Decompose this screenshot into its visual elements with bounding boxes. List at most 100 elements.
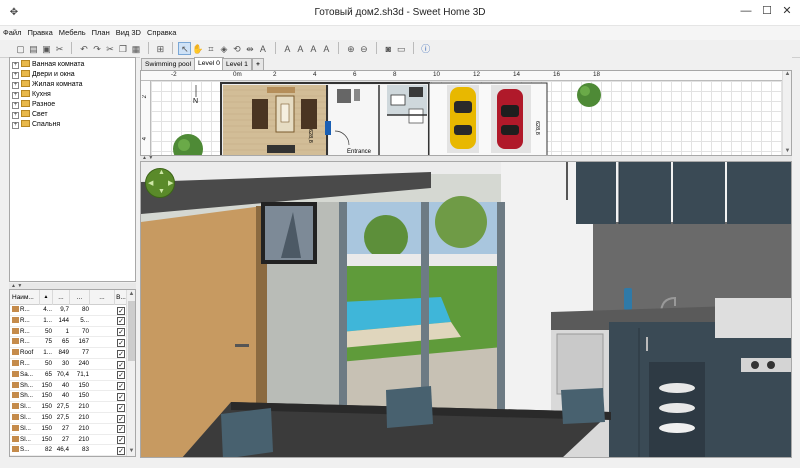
expand-icon[interactable]: +: [12, 112, 19, 119]
visible-checkbox[interactable]: ✓: [117, 371, 125, 380]
table-row[interactable]: Sa... 65 70,4 71,1 ✓: [10, 370, 128, 381]
title-bar: ✥ Готовый дом2.sh3d - Sweet Home 3D — ☐ …: [0, 0, 800, 26]
help-icon[interactable]: ⓘ: [419, 43, 432, 56]
open-icon[interactable]: ▤: [27, 43, 40, 56]
scroll-down-icon[interactable]: ▼: [127, 447, 135, 456]
add-furniture-icon[interactable]: ⊞: [154, 43, 167, 56]
italic-icon[interactable]: A: [320, 43, 333, 56]
table-row[interactable]: Sl... 150 27 210 ✓: [10, 424, 128, 435]
visible-checkbox[interactable]: ✓: [117, 382, 125, 391]
table-row[interactable]: Sl... 150 27,5 210 ✓: [10, 413, 128, 424]
expand-icon[interactable]: +: [12, 62, 19, 69]
catalog-category[interactable]: + Кухня: [10, 90, 135, 100]
furniture-name: Sl...: [20, 424, 31, 432]
save-icon[interactable]: ▣: [40, 43, 53, 56]
catalog-category[interactable]: + Свет: [10, 110, 135, 120]
menu-3d-view[interactable]: Вид 3D: [113, 26, 144, 37]
create-rooms-icon[interactable]: ◈: [217, 43, 230, 56]
create-dimensions-icon[interactable]: ⇹: [243, 43, 256, 56]
expand-icon[interactable]: +: [12, 102, 19, 109]
table-row[interactable]: R... 1... 144 5... ✓: [10, 316, 128, 327]
pan-icon[interactable]: ✋: [191, 43, 204, 56]
cell-name: Roof: [10, 348, 40, 359]
expand-icon[interactable]: +: [12, 72, 19, 79]
visible-checkbox[interactable]: ✓: [117, 436, 125, 445]
catalog-category[interactable]: + Ванная комната: [10, 60, 135, 70]
menu-help[interactable]: Справка: [144, 26, 179, 37]
table-row[interactable]: R... 75 65 167 ✓: [10, 337, 128, 349]
cut-settings-icon[interactable]: ✂: [53, 43, 66, 56]
close-button[interactable]: ✕: [772, 0, 800, 22]
visible-checkbox[interactable]: ✓: [117, 425, 125, 434]
table-row[interactable]: Sl... 150 27 210 ✓: [10, 435, 128, 446]
visible-checkbox[interactable]: ✓: [117, 306, 125, 315]
undo-icon[interactable]: ↶: [77, 43, 90, 56]
column-name[interactable]: Наим...: [10, 290, 40, 305]
menu-file[interactable]: Файл: [0, 26, 24, 37]
video-icon[interactable]: ▭: [395, 43, 408, 56]
tab-level-0[interactable]: Level 0: [194, 57, 224, 70]
new-icon[interactable]: ▢: [14, 43, 27, 56]
column-width[interactable]: ...: [53, 290, 70, 305]
menu-furniture[interactable]: Мебель: [56, 26, 89, 37]
zoom-out-icon[interactable]: ⊖: [357, 43, 370, 56]
paste-icon[interactable]: ▦: [129, 43, 142, 56]
cell-value: 77: [81, 349, 89, 357]
decrease-text-icon[interactable]: A: [294, 43, 307, 56]
bold-icon[interactable]: A: [307, 43, 320, 56]
navigation-arrows-icon[interactable]: ▲ ▼ ◀ ▶: [145, 168, 175, 198]
scroll-up-icon[interactable]: ▲: [127, 290, 135, 299]
visible-checkbox[interactable]: ✓: [117, 446, 125, 455]
visible-checkbox[interactable]: ✓: [117, 317, 125, 326]
visible-checkbox[interactable]: ✓: [117, 414, 125, 423]
menu-edit[interactable]: Правка: [24, 26, 55, 37]
plan-grid[interactable]: N Entrance 628,8 628,8: [151, 81, 784, 155]
copy-icon[interactable]: ❐: [116, 43, 129, 56]
table-row[interactable]: Sh... 150 40 150 ✓: [10, 381, 128, 392]
sort-icon[interactable]: ▲: [40, 290, 53, 305]
table-row[interactable]: Sl... 150 27,5 210 ✓: [10, 402, 128, 413]
scroll-up-icon[interactable]: ▲: [783, 71, 791, 80]
catalog-category[interactable]: + Разное: [10, 100, 135, 110]
table-row[interactable]: S... 82 46,4 83 ✓: [10, 445, 128, 456]
tab-swimming-pool[interactable]: Swimming pool: [141, 58, 196, 70]
visible-checkbox[interactable]: ✓: [117, 338, 125, 347]
scroll-down-icon[interactable]: ▼: [783, 148, 791, 155]
catalog-category[interactable]: + Жилая комната: [10, 80, 135, 90]
expand-icon[interactable]: +: [12, 82, 19, 89]
add-text-icon[interactable]: A: [256, 43, 269, 56]
create-walls-icon[interactable]: ⌗: [204, 43, 217, 56]
table-row[interactable]: Sh... 150 40 150 ✓: [10, 391, 128, 403]
3d-view[interactable]: ▲ ▼ ◀ ▶: [140, 161, 792, 458]
redo-icon[interactable]: ↷: [90, 43, 103, 56]
tab-level-1[interactable]: Level 1: [222, 58, 252, 70]
increase-text-icon[interactable]: A: [281, 43, 294, 56]
table-row[interactable]: R... 50 30 240 ✓: [10, 359, 128, 370]
plan-scrollbar[interactable]: ▲ ▼: [782, 71, 791, 155]
cut-icon[interactable]: ✂: [103, 43, 116, 56]
visible-checkbox[interactable]: ✓: [117, 392, 125, 401]
3d-scene: [141, 162, 791, 457]
catalog-category[interactable]: + Двери и окна: [10, 70, 135, 80]
table-row[interactable]: R... 50 1 70 ✓: [10, 327, 128, 338]
expand-icon[interactable]: +: [12, 92, 19, 99]
column-depth[interactable]: ...: [70, 290, 90, 305]
select-icon[interactable]: ↖: [178, 42, 192, 55]
scroll-thumb[interactable]: [128, 301, 135, 361]
table-row[interactable]: R... 4... 9,7 80 ✓: [10, 305, 128, 316]
create-polylines-icon[interactable]: ⟲: [230, 43, 243, 56]
catalog-category[interactable]: + Спальня: [10, 120, 135, 130]
add-level-button[interactable]: +: [252, 58, 264, 70]
table-row[interactable]: Roof 1... 849 77 ✓: [10, 348, 128, 359]
photo-icon[interactable]: ◙: [382, 43, 395, 56]
visible-checkbox[interactable]: ✓: [117, 349, 125, 358]
zoom-in-icon[interactable]: ⊕: [344, 43, 357, 56]
visible-checkbox[interactable]: ✓: [117, 403, 125, 412]
expand-icon[interactable]: +: [12, 122, 19, 129]
menu-plan[interactable]: План: [89, 26, 113, 37]
table-scrollbar[interactable]: ▲ ▼: [126, 290, 135, 456]
column-height[interactable]: ...: [90, 290, 115, 305]
visible-checkbox[interactable]: ✓: [117, 328, 125, 337]
visible-checkbox[interactable]: ✓: [117, 360, 125, 369]
plan-view[interactable]: -2 0m 2 4 6 8 10 12 14 16 18 2 4 N Entra…: [140, 70, 792, 156]
